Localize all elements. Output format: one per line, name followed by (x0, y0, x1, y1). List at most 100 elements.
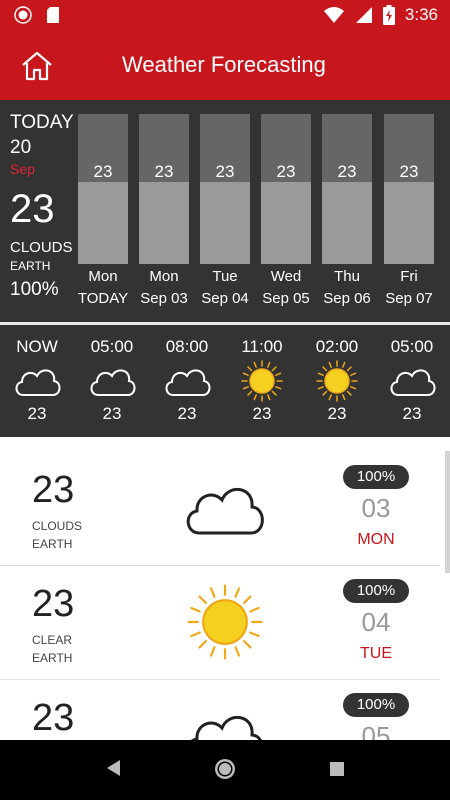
row-location: EARTH (32, 537, 73, 551)
hourly-item[interactable]: 05:00 23 (77, 337, 147, 424)
daily-column[interactable]: 23 Fri Sep 07 (383, 114, 435, 307)
humidity-badge: 100% (343, 579, 409, 603)
daily-day-name: Fri (400, 268, 418, 285)
back-icon[interactable] (104, 758, 122, 778)
hourly-item[interactable]: NOW 23 (2, 337, 72, 424)
temperature-bar: 23 (322, 114, 372, 264)
temperature-bar: 23 (261, 114, 311, 264)
forecast-row[interactable]: 23 CLOUDS EARTH 100% 03 MON (0, 451, 440, 566)
hourly-item[interactable]: 02:00 23 (302, 337, 372, 424)
daily-forecast-panel: TODAY 20 Sep 23 CLOUDS EARTH 100% 23 Mon… (0, 100, 450, 322)
status-bar: 3:36 (0, 0, 450, 32)
temperature-bar-fill (322, 181, 372, 264)
row-condition: CLOUDS (32, 519, 83, 533)
temperature-bar: 23 (200, 114, 250, 264)
hour-temperature: 23 (102, 404, 122, 423)
temperature-bar-fill (384, 181, 434, 264)
bar-temperature: 23 (154, 162, 174, 181)
bar-temperature: 23 (337, 162, 357, 181)
daily-date: Sep 07 (385, 290, 433, 307)
hour-time: NOW (16, 337, 58, 356)
row-day-of-week: TUE (360, 645, 392, 662)
sd-card-icon (47, 7, 59, 23)
hourly-item[interactable]: 11:00 23 (227, 337, 297, 424)
hourly-item[interactable]: 05:00 23 (377, 337, 447, 424)
signal-icon (355, 7, 372, 23)
daily-column[interactable]: 23 Mon TODAY (77, 114, 129, 307)
hour-time: 11:00 (241, 337, 283, 356)
bar-temperature: 23 (215, 162, 235, 181)
forecast-row[interactable]: 23 100% 05 (0, 679, 440, 740)
system-nav-bar (0, 740, 450, 800)
sun-icon (187, 584, 263, 660)
row-day-of-week: MON (357, 531, 395, 548)
today-temperature: 23 (10, 187, 55, 231)
sun-icon (241, 360, 283, 402)
row-day-number: 05 (361, 721, 391, 740)
wifi-icon (323, 7, 344, 23)
temperature-bar-fill (261, 181, 311, 264)
daily-column[interactable]: 23 Mon Sep 03 (138, 114, 190, 307)
today-label: TODAY (10, 112, 74, 133)
bar-temperature: 23 (93, 162, 113, 181)
row-temperature: 23 (32, 583, 75, 625)
humidity-badge: 100% (343, 465, 409, 489)
status-time: 3:36 (404, 5, 438, 24)
cloud-icon (191, 715, 262, 740)
forecast-list[interactable]: 23 CLOUDS EARTH 100% 03 MON 23 CLEAR EAR… (0, 451, 450, 740)
row-day-number: 03 (361, 493, 391, 523)
daily-day-name: Mon (88, 268, 118, 285)
hour-temperature: 23 (177, 404, 197, 423)
hourly-item[interactable]: 08:00 23 (152, 337, 222, 424)
daily-day-name: Wed (270, 268, 302, 285)
hour-time: 08:00 (165, 337, 209, 356)
hour-temperature: 23 (252, 404, 272, 423)
home-icon[interactable] (20, 50, 54, 82)
daily-column[interactable]: 23 Tue Sep 04 (199, 114, 251, 307)
sun-icon (316, 360, 358, 402)
temperature-bar: 23 (78, 114, 128, 264)
today-location: EARTH (10, 259, 51, 273)
app-bar: Weather Forecasting (0, 32, 450, 100)
bar-temperature: 23 (276, 162, 296, 181)
cloud-icon (165, 369, 211, 396)
temperature-bar: 23 (384, 114, 434, 264)
temperature-bar-fill (139, 181, 189, 264)
hour-time: 02:00 (315, 337, 359, 356)
humidity-badge: 100% (343, 693, 409, 717)
daily-day-name: Mon (149, 268, 179, 285)
row-temperature: 23 (32, 469, 75, 511)
today-summary: TODAY 20 Sep 23 CLOUDS EARTH 100% (10, 112, 80, 301)
row-condition: CLEAR (32, 633, 73, 647)
bar-temperature: 23 (399, 162, 419, 181)
recents-icon[interactable] (329, 761, 345, 777)
daily-column[interactable]: 23 Wed Sep 05 (260, 114, 312, 307)
temperature-bar-fill (200, 181, 250, 264)
today-month: Sep (10, 161, 35, 177)
app-title: Weather Forecasting (122, 52, 326, 77)
cloud-icon (390, 369, 436, 396)
row-location: EARTH (32, 651, 73, 665)
hour-time: 05:00 (390, 337, 434, 356)
temperature-bar: 23 (139, 114, 189, 264)
hour-temperature: 23 (27, 404, 47, 423)
daily-day-name: Tue (212, 268, 238, 285)
today-day: 20 (10, 137, 32, 158)
cloud-icon (90, 369, 136, 396)
list-scrollbar[interactable] (445, 451, 450, 573)
daily-column[interactable]: 23 Thu Sep 06 (321, 114, 373, 307)
today-condition: CLOUDS (10, 239, 73, 256)
row-temperature: 23 (32, 697, 75, 739)
home-nav-icon[interactable] (213, 757, 237, 781)
hour-temperature: 23 (327, 404, 347, 423)
cloud-icon (15, 369, 61, 396)
battery-charging-icon (382, 5, 395, 25)
daily-day-name: Thu (334, 268, 360, 285)
cloud-icon (186, 487, 264, 535)
hourly-forecast-panel: NOW 23 05:00 23 08:00 23 11:00 23 02:00 … (0, 325, 450, 437)
temperature-bar-fill (78, 181, 128, 264)
forecast-row[interactable]: 23 CLEAR EARTH 100% 04 TUE (0, 565, 440, 680)
row-day-number: 04 (361, 607, 391, 637)
notification-dot-icon (14, 6, 32, 24)
hour-temperature: 23 (402, 404, 422, 423)
